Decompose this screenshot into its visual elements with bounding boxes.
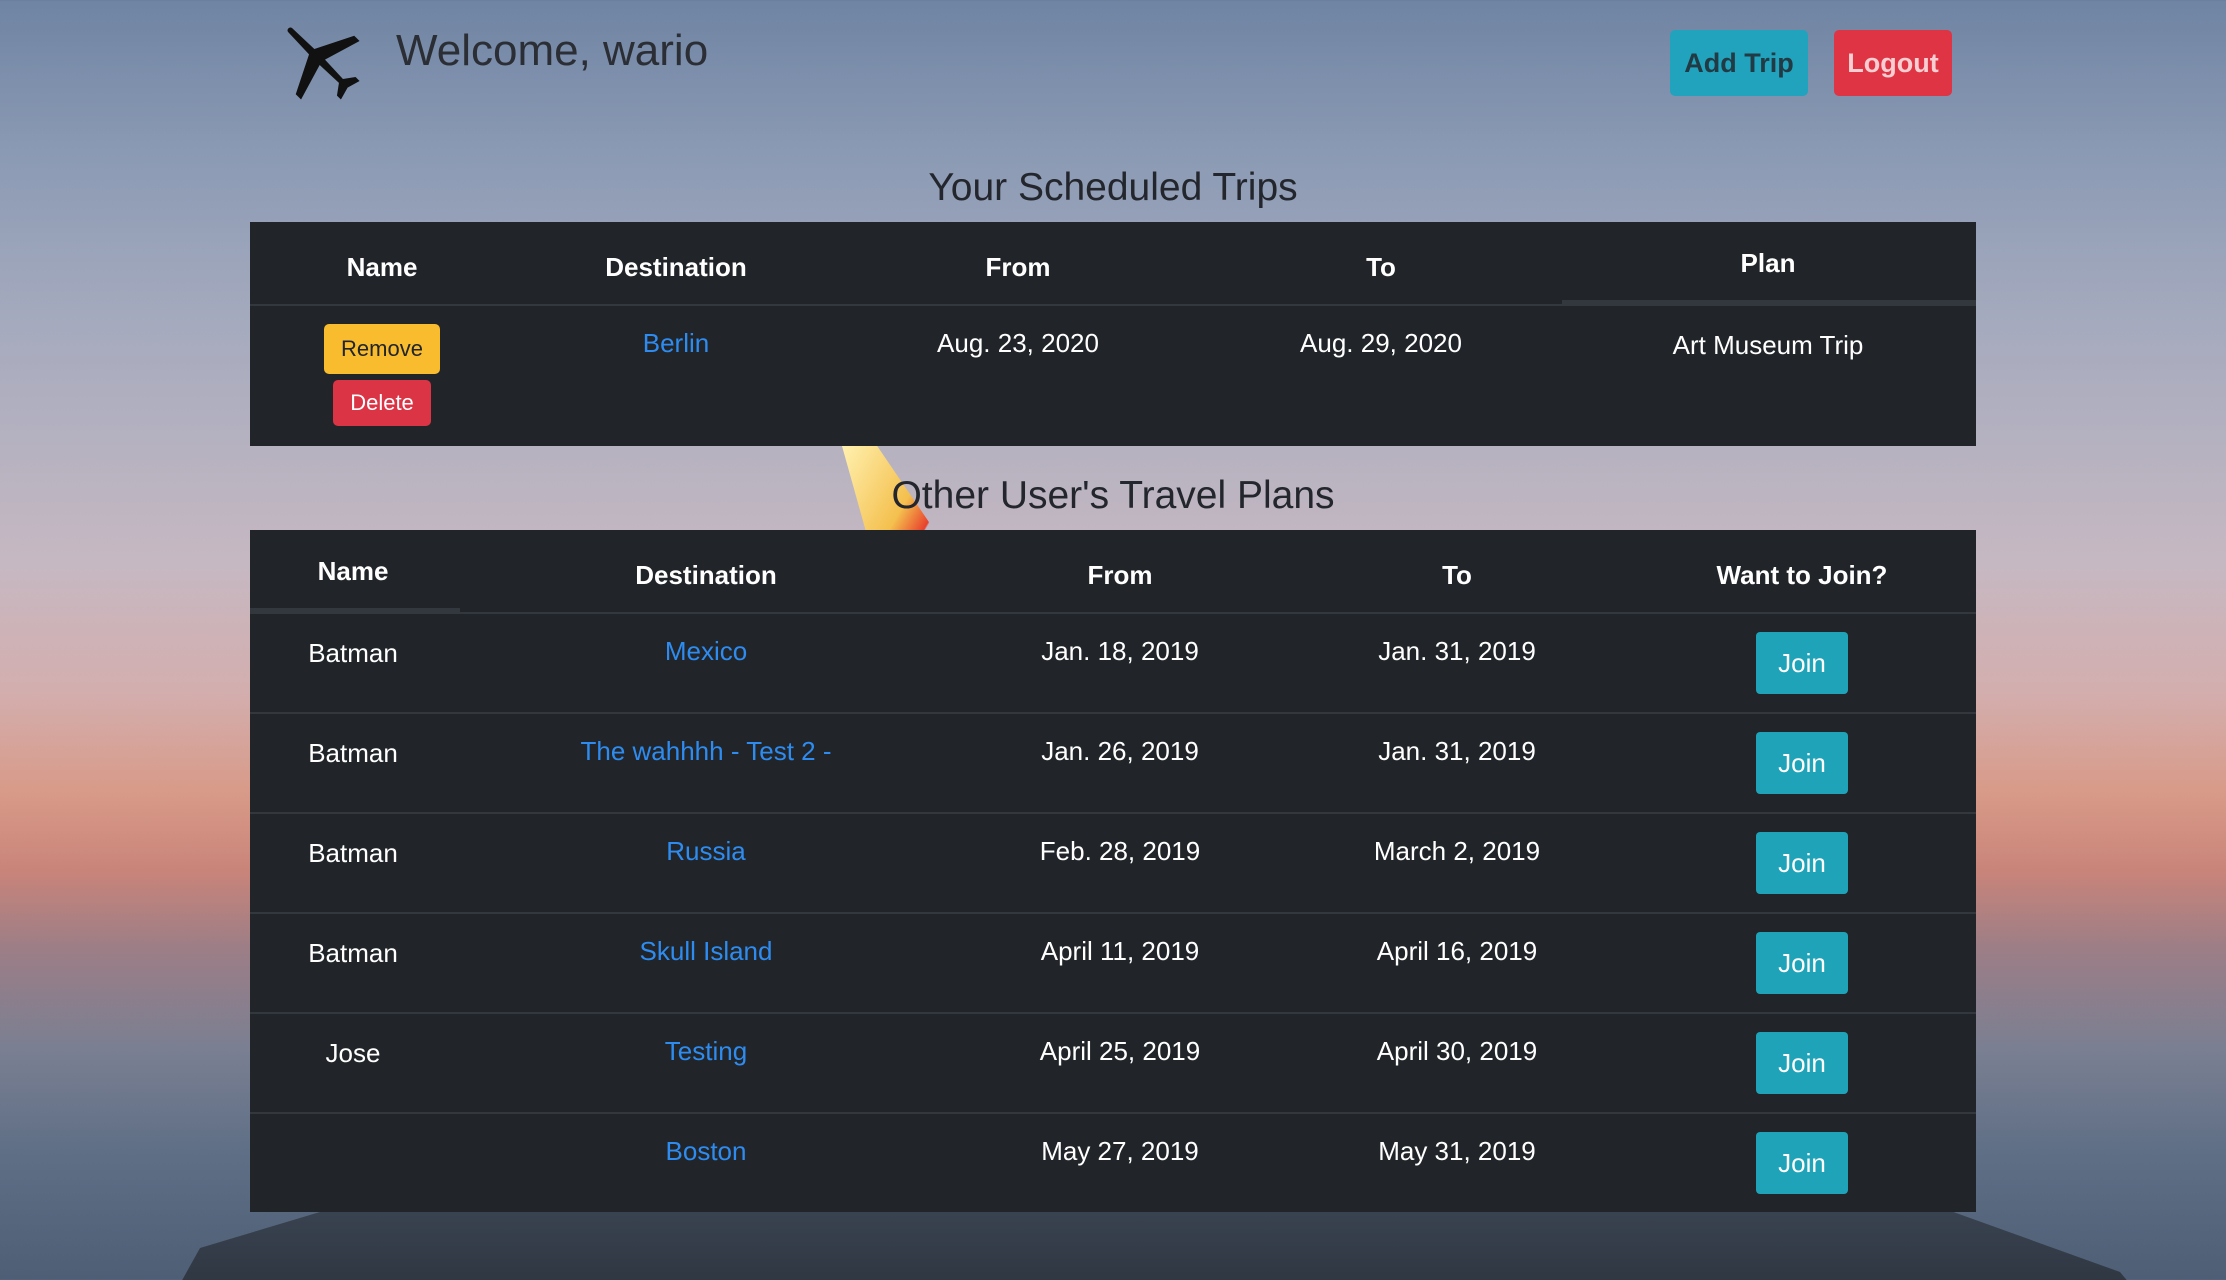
join-button[interactable]: Join — [1756, 1032, 1848, 1094]
column-header-want-to-join: Want to Join? — [1716, 560, 1888, 590]
column-header-from: From — [985, 252, 1051, 282]
plan-header-underline — [1562, 300, 1976, 304]
other-plans-title: Other User's Travel Plans — [891, 474, 1335, 517]
column-header-destination: Destination — [605, 252, 747, 282]
trip-from-date: May 27, 2019 — [1041, 1136, 1199, 1166]
logout-button[interactable]: Logout — [1834, 30, 1952, 96]
background-wing — [160, 1200, 2160, 1280]
destination-link[interactable]: Russia — [666, 836, 745, 867]
remove-button[interactable]: Remove — [324, 324, 440, 374]
header-divider — [250, 612, 1976, 614]
join-button[interactable]: Join — [1756, 732, 1848, 794]
join-button[interactable]: Join — [1756, 832, 1848, 894]
welcome-heading: Welcome, wario — [396, 26, 709, 75]
column-header-from: From — [1087, 560, 1153, 590]
trip-to-date: Aug. 29, 2020 — [1300, 328, 1462, 358]
column-header-to: To — [1442, 560, 1472, 590]
user-name: Batman — [308, 638, 398, 668]
column-header-name: Name — [346, 252, 418, 282]
user-name: Batman — [308, 738, 398, 768]
column-header-destination: Destination — [635, 560, 777, 590]
destination-link[interactable]: Boston — [666, 1136, 747, 1167]
delete-button[interactable]: Delete — [333, 380, 431, 426]
destination-link[interactable]: Skull Island — [640, 936, 773, 967]
destination-link[interactable]: Mexico — [665, 636, 747, 667]
row-divider — [250, 1012, 1976, 1014]
trip-to-date: May 31, 2019 — [1378, 1136, 1536, 1166]
row-divider — [250, 812, 1976, 814]
destination-link[interactable]: The wahhhh - Test 2 - — [581, 736, 832, 767]
trip-from-date: Aug. 23, 2020 — [937, 328, 1099, 358]
join-button[interactable]: Join — [1756, 632, 1848, 694]
trip-from-date: Jan. 26, 2019 — [1041, 736, 1199, 766]
trip-from-date: April 25, 2019 — [1039, 1036, 1201, 1066]
scheduled-trips-title: Your Scheduled Trips — [928, 166, 1298, 209]
other-plans-table: Name Destination From To Want to Join? B… — [250, 530, 1976, 1212]
airplane-icon — [287, 27, 360, 100]
trip-to-date: April 30, 2019 — [1376, 1036, 1538, 1066]
row-divider — [250, 712, 1976, 714]
join-button[interactable]: Join — [1756, 932, 1848, 994]
destination-link[interactable]: Berlin — [643, 328, 709, 359]
trip-to-date: Jan. 31, 2019 — [1378, 636, 1536, 666]
destination-link[interactable]: Testing — [665, 1036, 747, 1067]
trip-to-date: March 2, 2019 — [1373, 836, 1541, 866]
header-divider — [250, 304, 1976, 306]
row-divider — [250, 1112, 1976, 1114]
trip-from-date: April 11, 2019 — [1040, 936, 1200, 966]
column-header-name: Name — [317, 556, 389, 586]
trip-plan: Art Museum Trip — [1672, 330, 1864, 360]
trip-from-date: Feb. 28, 2019 — [1039, 836, 1201, 866]
add-trip-button[interactable]: Add Trip — [1670, 30, 1808, 96]
trip-to-date: April 16, 2019 — [1376, 936, 1538, 966]
row-divider — [250, 912, 1976, 914]
trip-to-date: Jan. 31, 2019 — [1378, 736, 1536, 766]
column-header-plan: Plan — [1740, 248, 1796, 278]
user-name: Batman — [308, 938, 398, 968]
join-button[interactable]: Join — [1756, 1132, 1848, 1194]
column-header-to: To — [1366, 252, 1396, 282]
user-name: Batman — [308, 838, 398, 868]
trip-from-date: Jan. 18, 2019 — [1041, 636, 1199, 666]
user-name: Jose — [325, 1038, 381, 1068]
scheduled-trips-table: Name Destination From To Plan Remove Del… — [250, 222, 1976, 446]
